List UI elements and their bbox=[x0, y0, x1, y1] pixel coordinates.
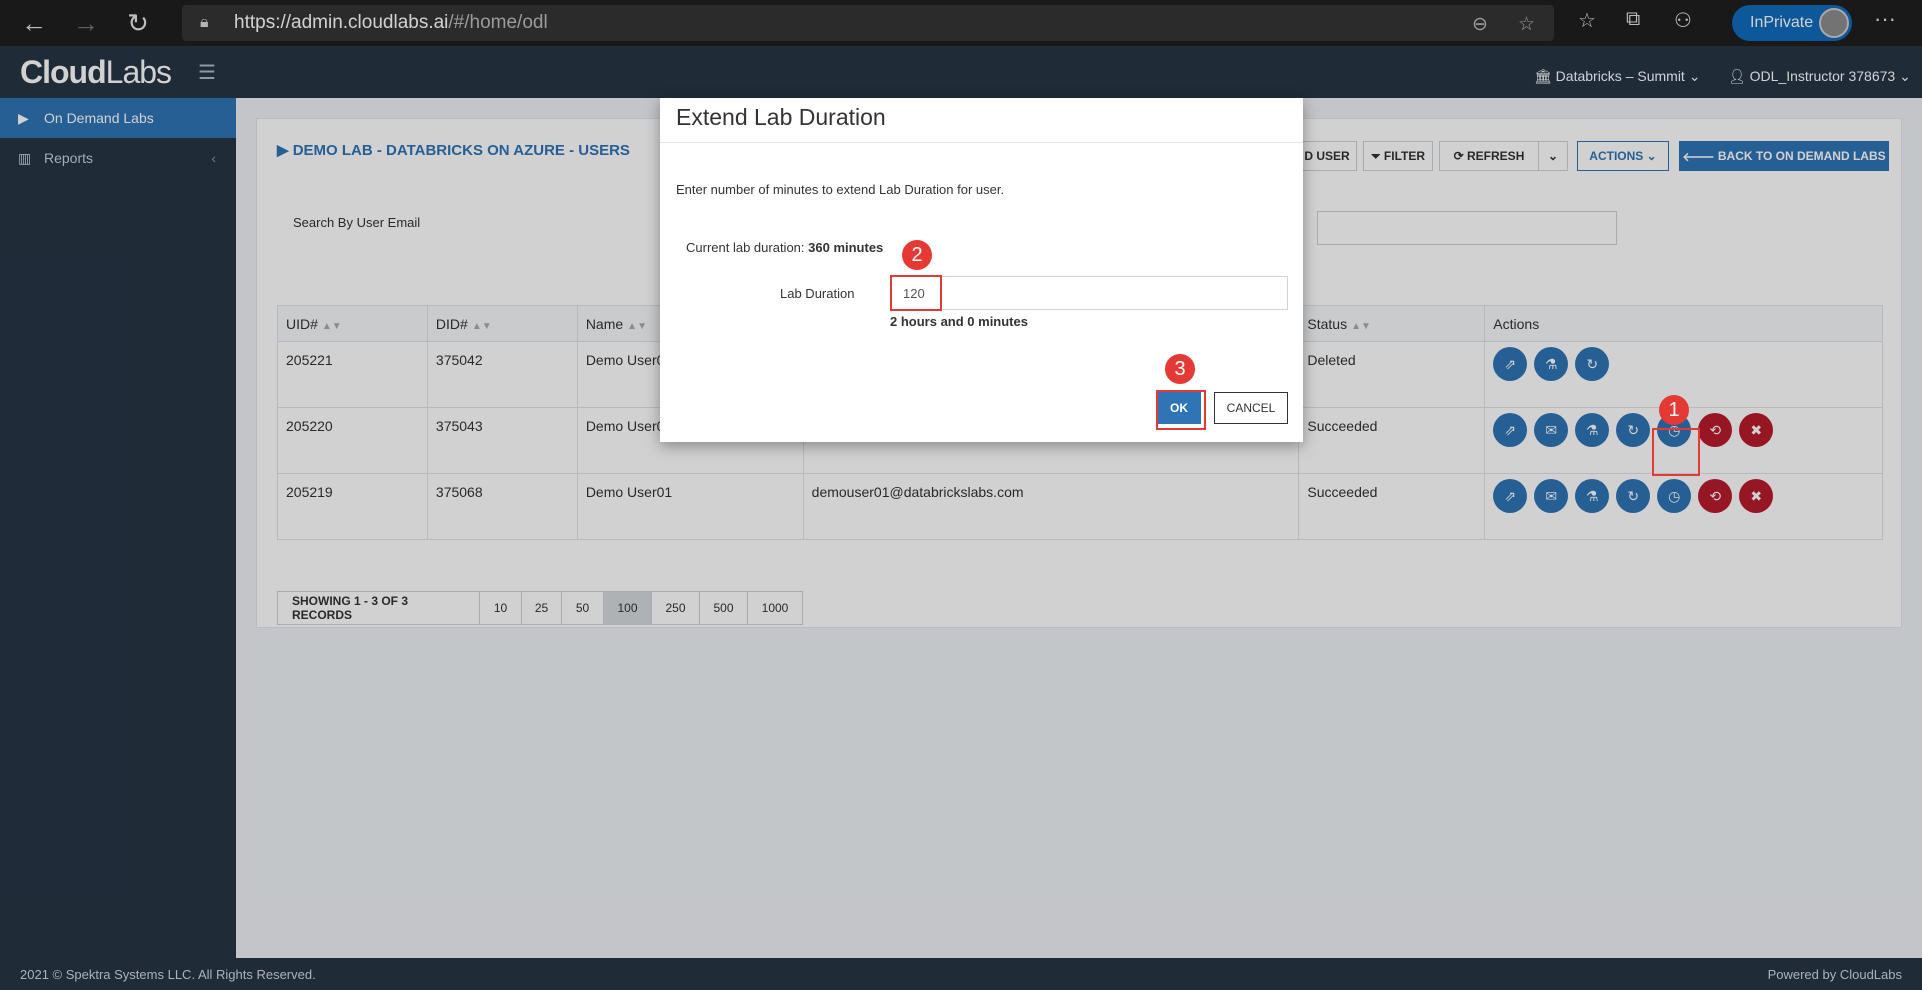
current-duration-value: 360 minutes bbox=[808, 240, 884, 255]
current-duration: Current lab duration: 360 minutes bbox=[686, 240, 883, 255]
dialog-divider bbox=[660, 142, 1303, 143]
step-1-badge: 1 bbox=[1659, 395, 1689, 425]
cancel-button[interactable]: CANCEL bbox=[1214, 392, 1288, 424]
step-2-highlight bbox=[890, 275, 942, 311]
dialog-title: Extend Lab Duration bbox=[676, 104, 886, 130]
step-3-highlight bbox=[1156, 390, 1206, 430]
current-duration-label: Current lab duration: bbox=[686, 240, 805, 255]
duration-hint: 2 hours and 0 minutes bbox=[890, 314, 1028, 329]
lab-duration-input[interactable]: 120 bbox=[890, 276, 1288, 310]
lab-duration-label: Lab Duration bbox=[780, 286, 855, 301]
step-1-highlight bbox=[1652, 428, 1700, 476]
dialog-description: Enter number of minutes to extend Lab Du… bbox=[676, 182, 1005, 197]
step-2-badge: 2 bbox=[902, 240, 932, 270]
step-3-badge: 3 bbox=[1165, 354, 1195, 384]
extend-lab-duration-dialog: Extend Lab Duration Enter number of minu… bbox=[660, 98, 1303, 442]
